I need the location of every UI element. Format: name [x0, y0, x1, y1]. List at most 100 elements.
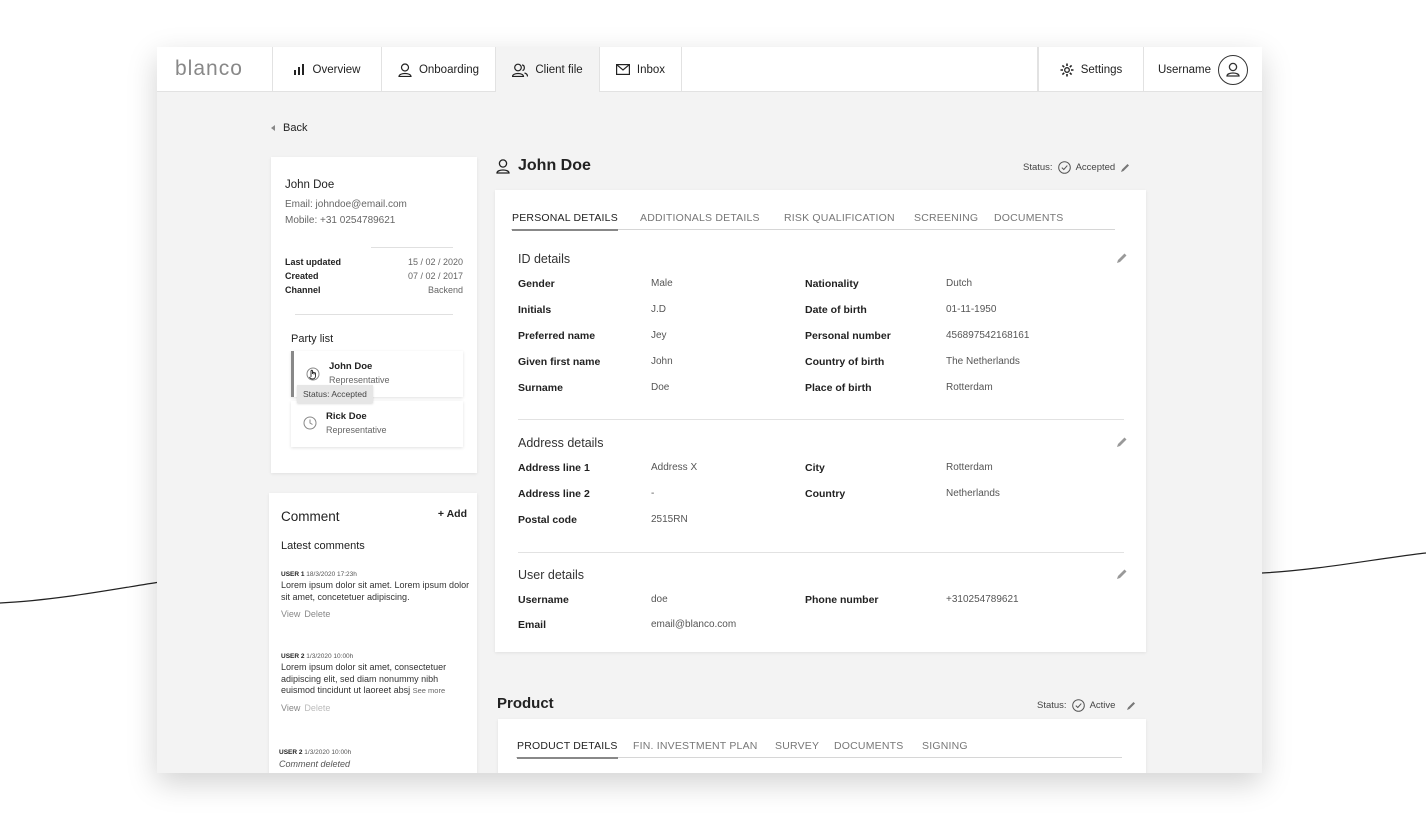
client-summary-card: John Doe Email: johndoe@email.com Mobile…	[271, 157, 477, 473]
product-title: Product	[497, 695, 554, 712]
field-label: Username	[518, 594, 569, 606]
field-value: Netherlands	[946, 488, 1000, 499]
pencil-icon[interactable]	[1126, 701, 1136, 711]
field-value: J.D	[651, 304, 666, 315]
id-details-title: ID details	[518, 252, 571, 266]
product-tabs: PRODUCT DETAILS FIN. INVESTMENT PLAN SUR…	[516, 738, 1122, 759]
field-value: Dutch	[946, 278, 973, 289]
tab-signing[interactable]: SIGNING	[922, 740, 968, 752]
details-tabs: PERSONAL DETAILS ADDITIONALS DETAILS RIS…	[511, 210, 1115, 231]
field-label: City	[805, 462, 825, 474]
tab-documents[interactable]: DOCUMENTS	[834, 740, 903, 752]
check-circle-icon	[1057, 161, 1071, 174]
back-link[interactable]: Back	[271, 122, 307, 134]
app-window: blanco Overview Onboarding Client file I…	[157, 47, 1262, 773]
party-item-rick-doe[interactable]: Rick Doe Representative	[291, 401, 463, 447]
nav-onboarding[interactable]: Onboarding	[381, 47, 495, 92]
tab-fin-investment-plan[interactable]: FIN. INVESTMENT PLAN	[633, 740, 758, 752]
meta-key: Last updated	[285, 257, 342, 267]
nav-client-file-label: Client file	[535, 63, 583, 76]
status-value: Active	[1089, 700, 1116, 711]
client-mobile: Mobile: +31 0254789621	[285, 215, 396, 226]
product-status-badge: Status: Active	[1037, 699, 1136, 712]
field-label: Address line 2	[518, 488, 590, 500]
field-label: Surname	[518, 382, 563, 394]
field-value: Rotterdam	[946, 462, 993, 473]
client-name: John Doe	[285, 179, 335, 191]
comment-item: USER 2 1/3/2020 10:00h Comment deleted	[279, 749, 469, 769]
section-divider	[518, 419, 1124, 420]
party-role: Representative	[326, 425, 387, 435]
comment-text: Lorem ipsum dolor sit amet, consectetuer…	[281, 662, 471, 697]
comment-meta: USER 2 1/3/2020 10:00h	[279, 749, 469, 756]
nav-onboarding-label: Onboarding	[418, 63, 480, 76]
tab-product-details[interactable]: PRODUCT DETAILS	[517, 740, 618, 759]
field-label: Place of birth	[805, 382, 872, 394]
nav-inbox-label: Inbox	[636, 63, 666, 76]
tab-personal-details[interactable]: PERSONAL DETAILS	[512, 212, 618, 231]
meta-channel: Channel Backend	[285, 285, 463, 295]
comment-date: 18/3/2020 17:23h	[306, 571, 357, 578]
client-email: Email: johndoe@email.com	[285, 199, 407, 210]
user-details-title: User details	[518, 568, 584, 582]
field-label: Date of birth	[805, 304, 867, 316]
divider	[371, 247, 453, 248]
comment-user: USER 1	[281, 571, 305, 578]
comment-user: USER 2	[281, 653, 305, 660]
nav-client-file[interactable]: Client file	[495, 47, 599, 92]
tab-survey[interactable]: SURVEY	[775, 740, 819, 752]
settings-button[interactable]: Settings	[1038, 47, 1143, 92]
section-divider	[518, 552, 1124, 553]
nav-inbox[interactable]: Inbox	[599, 47, 681, 92]
see-more-link[interactable]: See more	[413, 686, 446, 695]
comment-user: USER 2	[279, 749, 303, 756]
field-value: doe	[651, 594, 668, 605]
comment-meta: USER 2 1/3/2020 10:00h	[281, 653, 471, 660]
status-tooltip: Status: Accepted	[297, 385, 373, 403]
tab-screening[interactable]: SCREENING	[914, 212, 978, 224]
field-label: Postal code	[518, 514, 577, 526]
gear-icon	[1060, 63, 1074, 76]
tab-documents[interactable]: DOCUMENTS	[994, 212, 1063, 224]
delete-comment-link[interactable]: Delete	[304, 703, 330, 713]
tab-additionals-details[interactable]: ADDITIONALS DETAILS	[640, 212, 760, 224]
party-name: Rick Doe	[326, 411, 367, 422]
meta-value: Backend	[427, 285, 463, 295]
hand-cursor-icon	[306, 366, 320, 387]
user-icon	[398, 62, 412, 77]
add-comment-button[interactable]: + Add	[438, 508, 467, 520]
field-value: John	[651, 356, 673, 367]
field-value: 01-11-1950	[946, 304, 997, 315]
status-label: Status:	[1037, 700, 1067, 711]
view-comment-link[interactable]: View	[281, 703, 300, 713]
latest-comments-heading: Latest comments	[281, 540, 365, 552]
comment-item: USER 1 18/3/2020 17:23h Lorem ipsum dolo…	[281, 571, 471, 619]
logo[interactable]: blanco	[175, 57, 243, 81]
personal-details-card: PERSONAL DETAILS ADDITIONALS DETAILS RIS…	[495, 190, 1146, 652]
view-comment-link[interactable]: View	[281, 609, 300, 619]
tab-risk-qualification[interactable]: RISK QUALIFICATION	[784, 212, 895, 224]
pencil-icon[interactable]	[1116, 568, 1128, 580]
field-label: Nationality	[805, 278, 859, 290]
clock-icon	[303, 416, 317, 435]
comments-card: Comment + Add Latest comments USER 1 18/…	[269, 493, 477, 773]
comment-meta: USER 1 18/3/2020 17:23h	[281, 571, 471, 578]
field-value: Doe	[651, 382, 670, 393]
meta-value: 15 / 02 / 2020	[407, 257, 463, 267]
user-menu[interactable]: Username	[1143, 47, 1262, 92]
pencil-icon[interactable]	[1116, 436, 1128, 448]
comments-title: Comment	[281, 509, 340, 524]
pencil-icon[interactable]	[1116, 252, 1128, 264]
meta-key: Created	[285, 271, 319, 281]
avatar[interactable]	[1218, 54, 1249, 85]
pencil-icon[interactable]	[1120, 163, 1130, 173]
nav-overview[interactable]: Overview	[272, 47, 381, 92]
party-role: Representative	[329, 375, 390, 385]
comment-date: 1/3/2020 10:00h	[304, 749, 352, 756]
nav-overview-label: Overview	[312, 63, 361, 76]
mail-icon	[615, 64, 630, 75]
field-label: Initials	[518, 304, 552, 316]
field-value: Male	[651, 278, 673, 289]
page-title: John Doe	[496, 157, 591, 175]
delete-comment-link[interactable]: Delete	[304, 609, 330, 619]
